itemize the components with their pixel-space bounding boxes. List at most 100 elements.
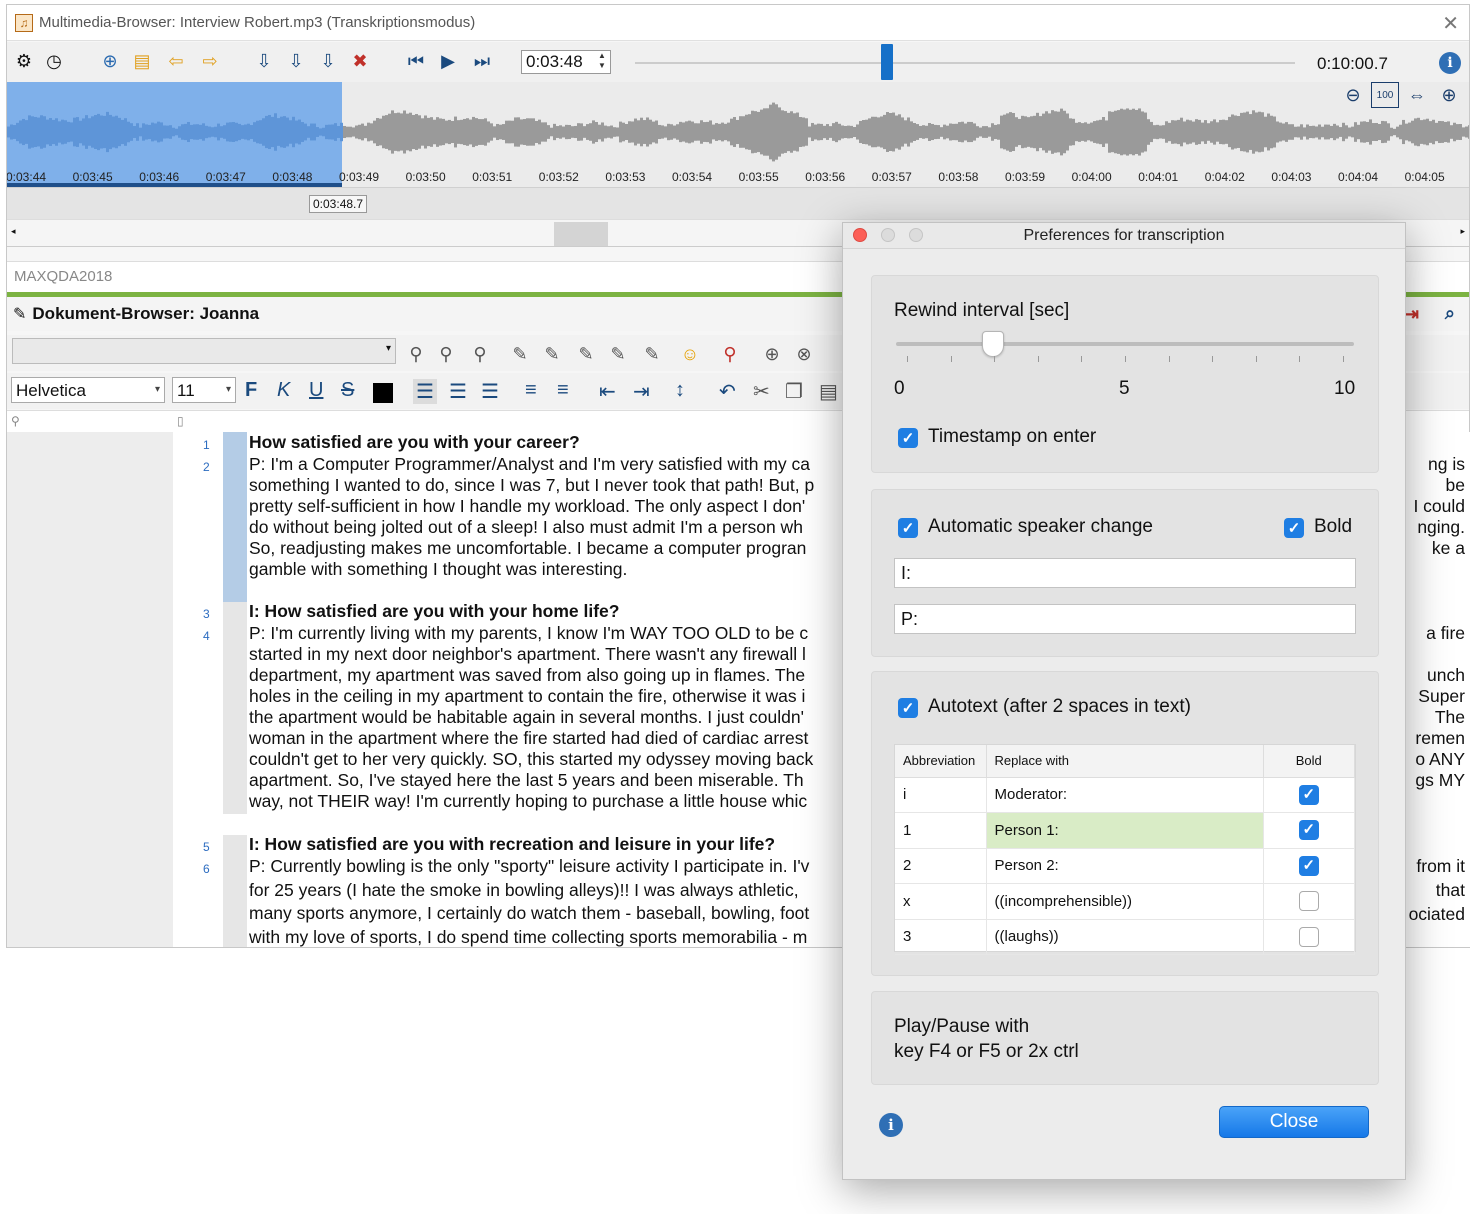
bold-checkbox[interactable]: ✓: [1284, 518, 1304, 538]
paragraph-line-end[interactable]: The: [1435, 707, 1465, 728]
underline-icon[interactable]: U: [309, 379, 323, 402]
emoticon-icon[interactable]: ☺: [677, 341, 703, 367]
column-header-bold[interactable]: Bold: [1263, 745, 1355, 778]
column-header-abbreviation[interactable]: Abbreviation: [895, 745, 987, 778]
paragraph-line[interactable]: I: How satisfied are you with your home …: [249, 601, 619, 622]
abbreviation-cell[interactable]: 1: [895, 812, 987, 849]
paragraph-line[interactable]: for 25 years (I hate the smoke in bowlin…: [249, 880, 799, 901]
paragraph-line[interactable]: P: I'm currently living with my parents,…: [249, 623, 808, 644]
row-bold-checkbox[interactable]: ✓: [1298, 784, 1319, 805]
code-add-icon[interactable]: ⚲: [433, 341, 459, 367]
replace-cell[interactable]: Moderator:: [986, 777, 1264, 813]
highlight-pen-4-icon[interactable]: ✎: [605, 341, 631, 367]
paragraph-line-end[interactable]: Super: [1418, 686, 1465, 707]
add-memo-icon[interactable]: ▤: [129, 48, 155, 74]
position-slider-track[interactable]: [635, 62, 1295, 64]
font-select[interactable]: Helvetica ▾: [11, 377, 165, 403]
paragraph-line[interactable]: gamble with something I thought was inte…: [249, 559, 627, 580]
indent-icon[interactable]: ⇥: [633, 379, 650, 404]
outdent-icon[interactable]: ⇤: [599, 379, 616, 404]
settings-sliders-icon[interactable]: ⚙: [11, 48, 37, 74]
abbreviation-cell[interactable]: 2: [895, 848, 987, 884]
search-icon[interactable]: ⌕: [1445, 303, 1455, 324]
paragraph-line-end[interactable]: I could: [1413, 496, 1465, 517]
paragraph-line-end[interactable]: unch: [1427, 665, 1465, 686]
highlight-pen-3-icon[interactable]: ✎: [573, 341, 599, 367]
abbreviation-cell[interactable]: x: [895, 883, 987, 920]
replace-cell[interactable]: ((laughs)): [986, 919, 1264, 955]
export-doc-icon[interactable]: ⇥: [1404, 304, 1419, 325]
table-row[interactable]: 2 Person 2: ✓: [895, 848, 1355, 884]
autotext-table[interactable]: Abbreviation Replace with Bold i Moderato…: [894, 744, 1356, 955]
paragraph-line[interactable]: do without being jolted out of a sleep! …: [249, 517, 803, 538]
paragraph-line[interactable]: pretty self-sufficient in how I handle m…: [249, 496, 805, 517]
paragraph-line-end[interactable]: gs MY: [1415, 770, 1465, 791]
waveform[interactable]: 0:03:44 0:03:45 0:03:46 0:03:47 0:03:48 0:03:…: [7, 82, 1469, 187]
paragraph-line-end[interactable]: remen: [1415, 728, 1465, 749]
scroll-left-icon[interactable]: ◂: [11, 226, 16, 237]
code-remove-icon[interactable]: ⚲: [467, 341, 493, 367]
delete-timestamp-icon[interactable]: ✖: [347, 48, 373, 74]
paragraph-line[interactable]: woman in the apartment where the fire st…: [249, 728, 808, 749]
table-row[interactable]: x((incomprehensible)) ✓: [895, 883, 1355, 920]
numbered-list-icon[interactable]: ≡: [557, 379, 569, 402]
import-icon[interactable]: ⇦: [163, 48, 189, 74]
paragraph-line[interactable]: holes in the ceiling in my apartment to …: [249, 686, 805, 707]
paragraph-line-end[interactable]: ke a: [1432, 538, 1465, 559]
time-stepper[interactable]: ▲ ▼: [595, 51, 609, 73]
row-bold-checkbox[interactable]: ✓: [1298, 926, 1319, 947]
paragraph-line[interactable]: started in my next door neighbor's apart…: [249, 644, 806, 665]
speaker-change-checkbox[interactable]: ✓: [898, 518, 918, 538]
paragraph-line[interactable]: P: I'm a Computer Programmer/Analyst and…: [249, 454, 810, 475]
timestamp-icon[interactable]: ⇩: [251, 48, 277, 74]
bullet-list-icon[interactable]: ≡: [525, 379, 537, 402]
cut-icon[interactable]: ✂: [753, 379, 770, 404]
replace-cell[interactable]: Person 2:: [986, 848, 1264, 884]
paragraph-line-end[interactable]: ociated: [1409, 904, 1465, 925]
paragraph-line[interactable]: the apartment would be habitable again i…: [249, 707, 804, 728]
paragraph-line[interactable]: way, not THEIR way! I'm currently hoping…: [249, 791, 807, 812]
paragraph-line-end[interactable]: o ANY: [1415, 749, 1465, 770]
code-icon[interactable]: ⚲: [403, 341, 429, 367]
location-pin-icon[interactable]: ⚲: [717, 341, 743, 367]
skip-forward-icon[interactable]: ⏭: [469, 48, 495, 74]
timestamp-checkbox[interactable]: ✓: [898, 428, 918, 448]
copy-icon[interactable]: ❐: [785, 379, 803, 404]
play-icon[interactable]: ▶: [435, 48, 461, 74]
zoom-in-icon[interactable]: ⊕: [1435, 82, 1463, 108]
align-right-icon[interactable]: ☰: [481, 379, 499, 404]
text-color-swatch[interactable]: [373, 383, 393, 403]
column-header-replace[interactable]: Replace with: [986, 745, 1264, 778]
replace-cell[interactable]: ((incomprehensible)): [986, 883, 1264, 920]
scroll-right-icon[interactable]: ▸: [1460, 226, 1465, 237]
rewind-slider-thumb[interactable]: [982, 331, 1004, 357]
paragraph-line-end[interactable]: nging.: [1417, 517, 1465, 538]
paragraph-line[interactable]: So, readjusting makes me uncomfortable. …: [249, 538, 806, 559]
clock-settings-icon[interactable]: ◷: [41, 48, 67, 74]
italic-icon[interactable]: K: [277, 379, 290, 402]
edit-icon[interactable]: ✎: [13, 304, 26, 324]
table-row[interactable]: 3((laughs)) ✓: [895, 919, 1355, 955]
paragraph-line-end[interactable]: a fire: [1426, 623, 1465, 644]
row-bold-checkbox[interactable]: ✓: [1298, 855, 1319, 876]
code-select[interactable]: ▾: [12, 338, 396, 364]
paragraph-line[interactable]: couldn't get to her very quickly. SO, th…: [249, 749, 813, 770]
highlight-pen-2-icon[interactable]: ✎: [539, 341, 565, 367]
rewind-slider-track[interactable]: [896, 342, 1354, 346]
info-icon[interactable]: i: [879, 1113, 903, 1137]
paragraph-line[interactable]: How satisfied are you with your career?: [249, 432, 580, 453]
undo-icon[interactable]: ↶: [719, 379, 736, 404]
link-remove-icon[interactable]: ⊗: [791, 341, 817, 367]
table-row[interactable]: i Moderator: ✓: [895, 777, 1355, 813]
zoom-out-icon[interactable]: ⊖: [1339, 82, 1367, 108]
speaker2-input[interactable]: P:: [894, 604, 1356, 634]
bold-icon[interactable]: F: [245, 379, 257, 402]
abbreviation-cell[interactable]: 3: [895, 919, 987, 955]
scrollbar-thumb[interactable]: [554, 222, 608, 246]
row-bold-checkbox[interactable]: ✓: [1298, 891, 1319, 912]
speaker1-input[interactable]: I:: [894, 558, 1356, 588]
font-size-select[interactable]: 11 ▾: [172, 377, 236, 403]
info-icon[interactable]: i: [1439, 52, 1461, 74]
zoom-100-icon[interactable]: 100: [1371, 82, 1399, 108]
abbreviation-cell[interactable]: i: [895, 777, 987, 813]
